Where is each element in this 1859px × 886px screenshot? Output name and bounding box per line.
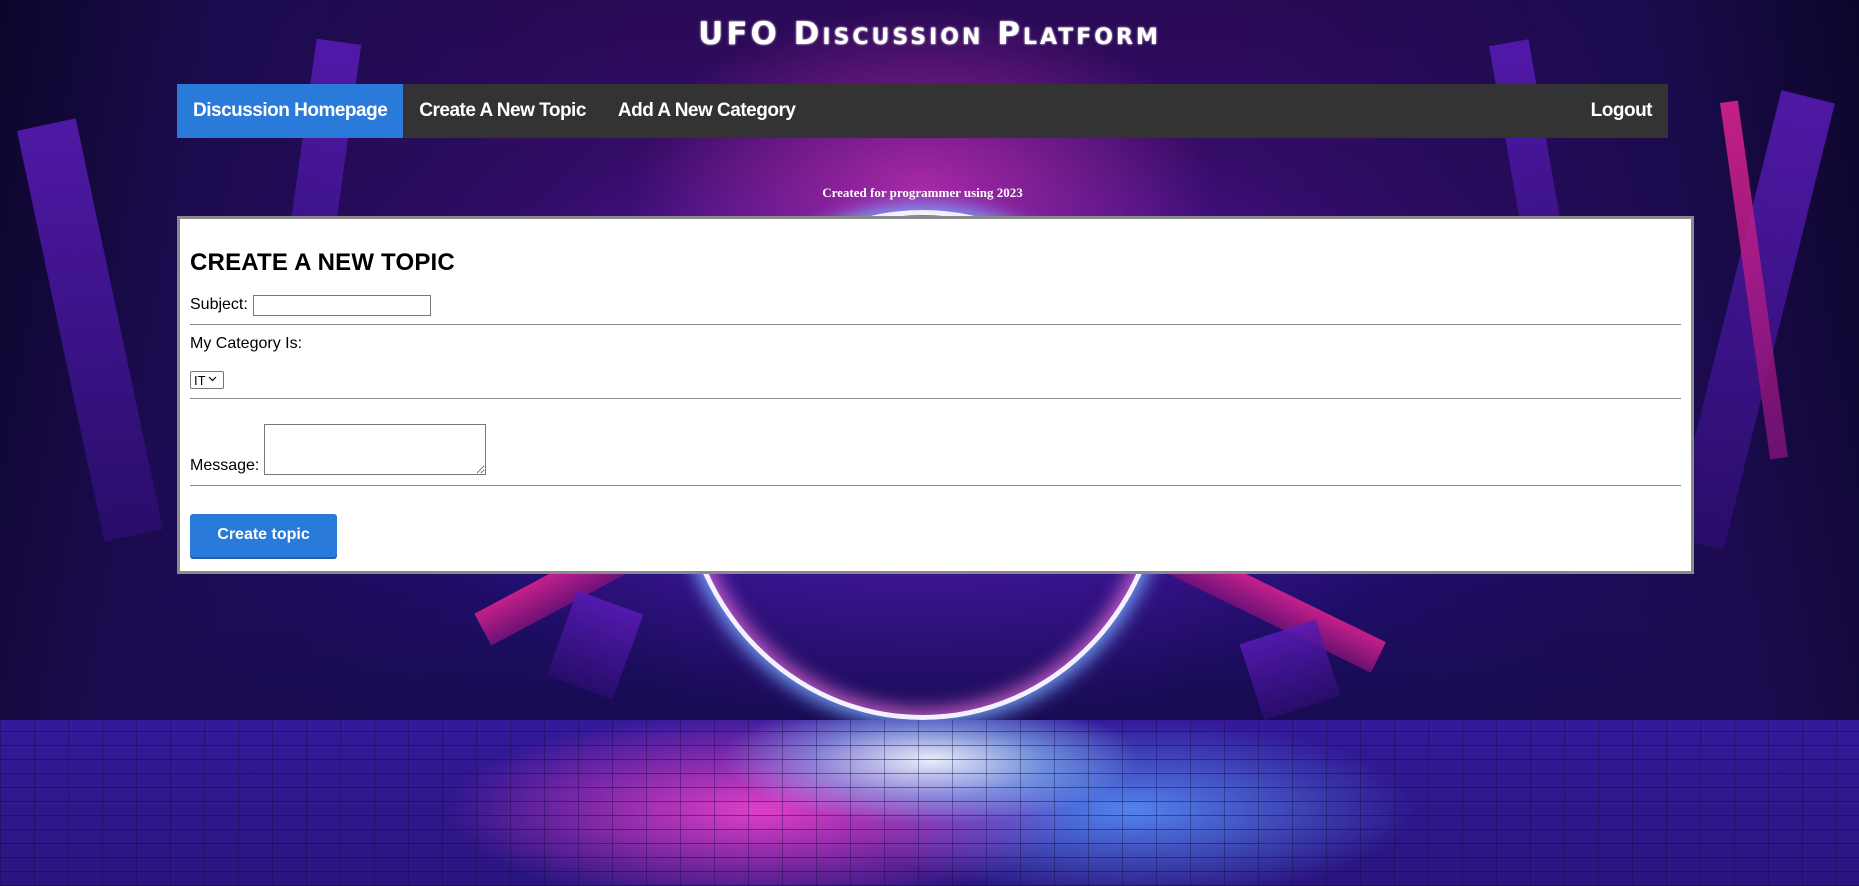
chevron-down-icon xyxy=(208,375,217,385)
message-row: Message: xyxy=(190,423,1681,475)
message-label: Message: xyxy=(190,456,260,474)
message-textarea[interactable] xyxy=(264,423,487,475)
divider xyxy=(190,397,1681,399)
category-selected-value: IT xyxy=(194,372,206,388)
subject-label: Subject: xyxy=(190,296,248,313)
reflective-floor xyxy=(0,720,1859,886)
nav-add-new-category[interactable]: Add A New Category xyxy=(602,84,812,138)
nav-logout[interactable]: Logout xyxy=(1575,84,1668,138)
category-label: My Category Is: xyxy=(190,335,303,352)
credit-text: Created for programmer using 2023 xyxy=(822,185,1023,200)
create-topic-button[interactable]: Create topic xyxy=(190,513,337,557)
page-title: CREATE A NEW TOPIC xyxy=(190,249,455,276)
category-select[interactable]: IT xyxy=(190,371,224,389)
main-navbar: Discussion Homepage Create A New Topic A… xyxy=(177,84,1668,138)
nav-create-new-topic[interactable]: Create A New Topic xyxy=(403,84,602,138)
site-title: UFO Discussion Platform xyxy=(698,16,1161,52)
divider xyxy=(190,324,1681,325)
create-topic-panel: CREATE A NEW TOPIC Subject: My Category … xyxy=(177,216,1694,574)
divider xyxy=(190,484,1681,486)
nav-discussion-homepage[interactable]: Discussion Homepage xyxy=(177,84,404,138)
subject-input[interactable] xyxy=(252,294,431,316)
subject-row: Subject: xyxy=(190,293,1681,317)
